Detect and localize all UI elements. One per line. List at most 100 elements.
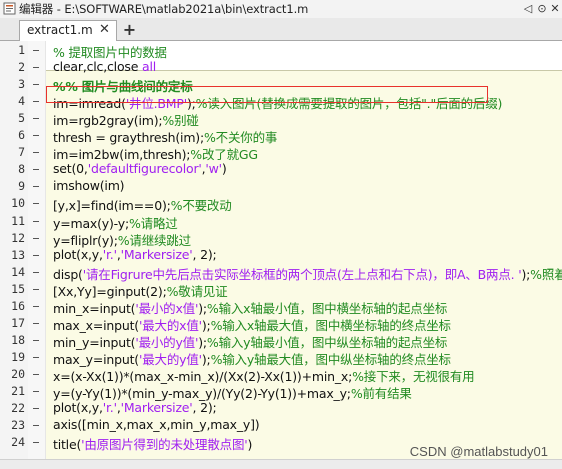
breakpoint-marker[interactable] (33, 254, 39, 256)
line-number: 20 (11, 366, 25, 381)
line-number: 11 (11, 213, 25, 228)
code-line[interactable]: plot(x,y,'r.','Markersize', 2); (53, 400, 217, 415)
tab-label: extract1.m (27, 23, 93, 37)
code-comment: %输入x轴最大值，图中横坐标轴的终点坐标 (210, 317, 451, 333)
code-token: plot(x,y, (53, 400, 103, 416)
code-line[interactable]: imshow(im) (53, 178, 125, 193)
breakpoint-marker[interactable] (33, 84, 39, 86)
breakpoint-marker[interactable] (33, 203, 39, 205)
line-number: 16 (11, 298, 25, 313)
line-number: 24 (11, 435, 25, 450)
tab-close-icon[interactable]: ✕ (99, 22, 110, 37)
code-string: 'r.' (102, 246, 117, 262)
fold-column (28, 41, 46, 461)
breakpoint-marker[interactable] (33, 322, 39, 324)
code-comment: %输入y轴最大值，图中纵坐标轴的终点坐标 (210, 351, 451, 367)
breakpoint-marker[interactable] (33, 220, 39, 222)
code-token: ); (198, 300, 207, 316)
window-close-icon[interactable]: ✕ (548, 2, 562, 16)
tab-strip: extract1.m ✕ + (0, 18, 562, 41)
line-number: 8 (18, 162, 25, 177)
code-token: set(0, (53, 161, 88, 177)
code-token: [Xx,Yy]=ginput(2); (53, 283, 167, 299)
code-token: y=(y-Yy(1))*(min_y-max_y)/(Yy(2)-Yy(1))+… (53, 386, 351, 401)
line-number: 23 (11, 418, 25, 433)
code-line[interactable]: set(0,'defaultfigurecolor','w') (53, 161, 227, 176)
title-bar: 编辑器 - E:\SOFTWARE\matlab2021a\bin\extrac… (0, 0, 562, 18)
code-token: , 2); (192, 246, 217, 262)
code-comment: %照着说( (530, 266, 562, 282)
breakpoint-marker[interactable] (33, 152, 39, 154)
breakpoint-marker[interactable] (33, 50, 39, 51)
code-token: axis([min_x,max_x,min_y,max_y]) (53, 417, 260, 433)
line-number: 1 (18, 43, 25, 57)
code-line[interactable]: clear,clc,close all (53, 59, 156, 74)
code-string: all (141, 59, 156, 75)
breakpoint-marker[interactable] (33, 237, 39, 239)
code-token: min_y=input( (53, 334, 136, 350)
line-number: 17 (11, 315, 25, 330)
add-tab-button[interactable]: + (119, 21, 140, 39)
code-comment: %接下来，无视很有用 (352, 368, 475, 384)
line-number: 4 (18, 94, 25, 109)
line-number: 3 (18, 77, 25, 92)
code-token: plot(x,y, (53, 246, 103, 262)
line-number: 12 (11, 230, 25, 245)
code-comment: %敬请见证 (166, 283, 228, 299)
code-line[interactable]: axis([min_x,max_x,min_y,max_y]) (53, 417, 260, 433)
code-token: thresh = graythresh(im); (53, 130, 204, 146)
breakpoint-marker[interactable] (33, 67, 39, 69)
line-number: 9 (18, 179, 25, 194)
annotation-box (46, 86, 488, 103)
breakpoint-marker[interactable] (33, 391, 39, 392)
code-token: , 2); (192, 400, 217, 416)
breakpoint-marker[interactable] (33, 288, 39, 290)
code-comment: %别碰 (162, 113, 199, 129)
code-string: 'defaultfigurecolor' (87, 161, 202, 177)
window-menu-icon[interactable]: ◁ (521, 2, 535, 16)
code-comment: %输入x轴最小值，图中横坐标轴的起点坐标 (206, 300, 448, 316)
breakpoint-marker[interactable] (33, 118, 39, 120)
code-token: disp( (53, 266, 83, 282)
code-comment: %不要改动 (170, 198, 232, 214)
code-token: im=im2bw(im,thresh); (53, 147, 191, 163)
window-undock-icon[interactable]: ⊙ (535, 2, 549, 16)
code-string: '最大的x值' (139, 317, 202, 333)
line-number: 21 (11, 384, 25, 398)
code-string: '由原图片得到的未处理散点图' (81, 437, 248, 453)
line-number: 7 (18, 145, 25, 160)
breakpoint-marker[interactable] (33, 305, 39, 307)
code-line[interactable]: plot(x,y,'r.','Markersize', 2); (53, 247, 217, 262)
code-string: 'Markersize' (120, 400, 193, 416)
breakpoint-marker[interactable] (33, 186, 39, 188)
code-token: im=rgb2gray(im); (53, 113, 163, 129)
watermark: CSDN @matlabstudy01 (409, 444, 548, 459)
line-number: 14 (11, 264, 25, 279)
line-number: 22 (11, 401, 25, 416)
breakpoint-marker[interactable] (33, 135, 39, 137)
breakpoint-marker[interactable] (33, 339, 39, 341)
code-token: ); (201, 317, 211, 333)
line-number: 19 (11, 349, 25, 364)
code-comment: %前有结果 (350, 386, 412, 401)
tab-extract1[interactable]: extract1.m ✕ (19, 20, 117, 41)
code-token: x=(x-Xx(1))*(max_x-min_x)/(Xx(2)-Xx(1))+… (53, 368, 353, 384)
breakpoint-marker[interactable] (33, 425, 39, 427)
code-line[interactable]: title('由原图片得到的未处理散点图') (53, 434, 252, 453)
code-comment: %输入y轴最小值，图中纵坐标轴的起点坐标 (206, 334, 448, 350)
breakpoint-marker[interactable] (33, 356, 39, 358)
code-token: max_y=input( (53, 351, 139, 367)
breakpoint-marker[interactable] (33, 271, 39, 273)
breakpoint-marker[interactable] (33, 408, 39, 410)
editor-app-icon (3, 2, 16, 15)
breakpoint-marker[interactable] (33, 101, 39, 103)
breakpoint-marker[interactable] (33, 442, 39, 444)
code-string: '最大的y值' (139, 351, 202, 367)
code-string: '请在Figrure中先后点击实际坐标框的两个顶点(左上点和右下点)，即A、B两… (82, 266, 522, 282)
breakpoint-marker[interactable] (33, 169, 39, 171)
code-token: min_x=input( (53, 300, 136, 316)
line-number: 15 (11, 281, 25, 296)
breakpoint-marker[interactable] (33, 373, 39, 375)
code-string: 'Markersize' (120, 246, 193, 262)
code-comment: %请继续跳过 (117, 232, 191, 248)
